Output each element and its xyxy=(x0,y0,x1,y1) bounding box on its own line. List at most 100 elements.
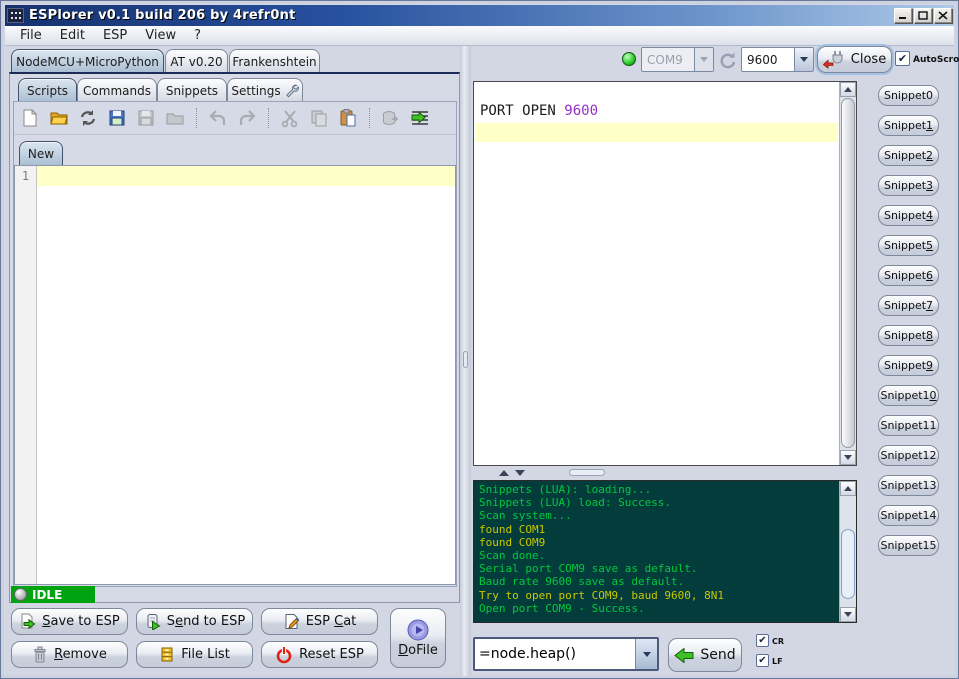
tab-snippets[interactable]: Snippets xyxy=(157,78,227,102)
tab-settings[interactable]: Settings xyxy=(227,78,303,102)
menu-help[interactable]: ? xyxy=(185,27,210,44)
tab-label: New xyxy=(28,147,54,161)
button-label: Snippet6 xyxy=(884,269,933,282)
collapse-down-icon[interactable] xyxy=(515,470,525,476)
code-editor[interactable]: 1 xyxy=(14,165,456,585)
console-scrollbar[interactable] xyxy=(839,481,856,622)
button-label: Remove xyxy=(54,647,107,662)
menu-file[interactable]: File xyxy=(11,27,51,44)
snippet-9-button[interactable]: Snippet9 xyxy=(878,355,939,376)
close-port-button[interactable]: Close xyxy=(817,46,892,73)
close-icon xyxy=(938,11,948,20)
button-label: Snippet12 xyxy=(880,449,936,462)
maximize-button[interactable] xyxy=(914,8,932,23)
panel-splitter[interactable] xyxy=(460,46,471,676)
open-file-button[interactable] xyxy=(48,106,70,130)
status-led-icon xyxy=(14,588,27,601)
editor-text-area[interactable] xyxy=(37,166,455,584)
line-number: 1 xyxy=(22,169,29,183)
scroll-down-button[interactable] xyxy=(840,450,856,465)
snippet-5-button[interactable]: Snippet5 xyxy=(878,235,939,256)
scroll-down-button[interactable] xyxy=(840,607,856,622)
maximize-icon xyxy=(918,11,928,20)
open-folder-icon xyxy=(49,108,69,128)
tab-frankenshtein[interactable]: Frankenshtein xyxy=(229,49,320,73)
save-button[interactable] xyxy=(106,106,128,130)
save-as-button[interactable] xyxy=(135,106,157,130)
scrollbar-thumb[interactable] xyxy=(841,98,855,448)
cr-checkbox[interactable]: ✔ xyxy=(756,634,769,647)
menu-view[interactable]: View xyxy=(136,27,185,44)
reload-button[interactable] xyxy=(77,106,99,130)
close-file-button[interactable] xyxy=(164,106,186,130)
expand-up-icon[interactable] xyxy=(499,470,509,476)
editor-tab-new[interactable]: New xyxy=(19,141,63,166)
scroll-up-button[interactable] xyxy=(840,481,856,496)
dofile-button[interactable]: DoFile xyxy=(390,608,446,668)
snippet-3-button[interactable]: Snippet3 xyxy=(878,175,939,196)
baud-rate-select[interactable]: 9600 xyxy=(741,47,814,72)
snippet-15-button[interactable]: Snippet15 xyxy=(878,535,939,556)
tab-nodemcu-micropython[interactable]: NodeMCU+MicroPython xyxy=(11,49,164,73)
log-line: Scan done. xyxy=(479,549,856,562)
snippet-0-button[interactable]: Snippet0 xyxy=(878,85,939,106)
terminal-scrollbar[interactable] xyxy=(839,82,856,465)
redo-button[interactable] xyxy=(236,106,258,130)
reset-esp-button[interactable]: Reset ESP xyxy=(261,641,378,668)
tab-commands[interactable]: Commands xyxy=(77,78,157,102)
menu-edit[interactable]: Edit xyxy=(51,27,94,44)
button-label: Snippet4 xyxy=(884,209,933,222)
button-label: Send xyxy=(700,647,735,663)
copy-button[interactable] xyxy=(308,106,330,130)
command-input[interactable] xyxy=(475,639,635,669)
menu-esp[interactable]: ESP xyxy=(94,27,136,44)
autoscroll-checkbox[interactable]: ✔ xyxy=(895,51,910,66)
save-to-esp-button[interactable]: Save to ESP xyxy=(11,608,128,635)
minimize-button[interactable] xyxy=(894,8,912,23)
snippet-8-button[interactable]: Snippet8 xyxy=(878,325,939,346)
send-button[interactable]: Send xyxy=(668,638,742,672)
snippet-12-button[interactable]: Snippet12 xyxy=(878,445,939,466)
serial-terminal[interactable]: PORT OPEN 9600 xyxy=(473,81,857,466)
send-to-esp-icon xyxy=(144,613,161,630)
snippet-11-button[interactable]: Snippet11 xyxy=(878,415,939,436)
send-lines-button[interactable] xyxy=(409,106,431,130)
scroll-up-button[interactable] xyxy=(840,82,856,97)
log-line: found COM1 xyxy=(479,523,856,536)
snippet-6-button[interactable]: Snippet6 xyxy=(878,265,939,286)
close-window-button[interactable] xyxy=(934,8,952,23)
snippet-10-button[interactable]: Snippet10 xyxy=(878,385,939,406)
send-to-esp-button[interactable]: Send to ESP xyxy=(136,608,253,635)
log-console[interactable]: Snippets (LUA): loading... Snippets (LUA… xyxy=(473,480,857,623)
tab-at-v020[interactable]: AT v0.20 xyxy=(165,49,228,73)
paste-button[interactable] xyxy=(337,106,359,130)
scrollbar-thumb[interactable] xyxy=(841,529,855,599)
rescan-ports-button[interactable] xyxy=(716,48,739,71)
cr-label: CR xyxy=(772,637,784,646)
undo-icon xyxy=(208,108,228,128)
undo-button[interactable] xyxy=(207,106,229,130)
snippet-2-button[interactable]: Snippet2 xyxy=(878,145,939,166)
snippet-13-button[interactable]: Snippet13 xyxy=(878,475,939,496)
tab-scripts[interactable]: Scripts xyxy=(18,78,77,102)
cut-button[interactable] xyxy=(279,106,301,130)
snippet-14-button[interactable]: Snippet14 xyxy=(878,505,939,526)
button-label: File List xyxy=(181,647,230,662)
lf-checkbox[interactable]: ✔ xyxy=(756,654,769,667)
file-list-button[interactable]: File List xyxy=(136,641,253,668)
log-line: Open port COM9 - Success. xyxy=(479,602,856,615)
esp-cat-button[interactable]: ESP Cat xyxy=(261,608,378,635)
export-button[interactable] xyxy=(380,106,402,130)
new-file-button[interactable] xyxy=(19,106,41,130)
terminal-console-splitter[interactable] xyxy=(473,466,857,480)
editor-toolbar xyxy=(14,102,456,135)
com-port-select[interactable]: COM9 xyxy=(641,47,714,72)
remove-button[interactable]: Remove xyxy=(11,641,128,668)
snippet-7-button[interactable]: Snippet7 xyxy=(878,295,939,316)
snippet-1-button[interactable]: Snippet1 xyxy=(878,115,939,136)
status-label: IDLE xyxy=(32,588,62,602)
save-as-icon xyxy=(136,108,156,128)
snippet-4-button[interactable]: Snippet4 xyxy=(878,205,939,226)
chevron-down-icon[interactable] xyxy=(635,639,657,669)
status-badge: IDLE xyxy=(11,586,95,603)
